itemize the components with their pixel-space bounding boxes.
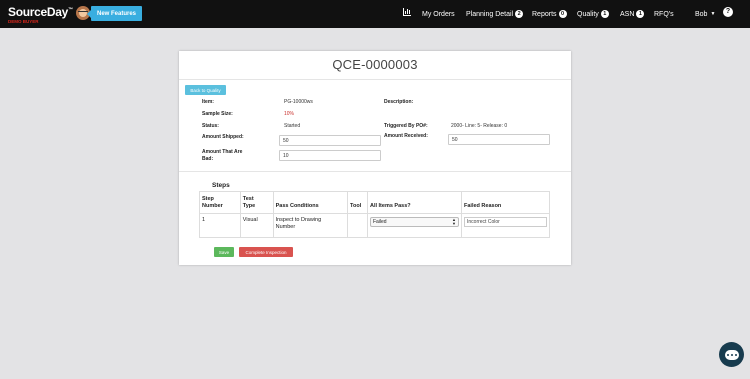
triggered-by-label: Triggered By PO#: <box>384 123 428 129</box>
chevron-down-icon: ▼ <box>710 11 716 17</box>
column-pass-conditions: Pass Conditions <box>272 191 349 214</box>
failed-reason-cell: Incorrect Color <box>461 213 550 238</box>
column-all-items-pass: All Items Pass? <box>366 191 463 214</box>
test-type-cell: Visual <box>239 213 274 238</box>
amount-received-label: Amount Received: <box>384 133 428 139</box>
brand-subtitle: DEMO BUYER <box>8 19 39 24</box>
item-label: Item: <box>202 99 214 105</box>
nav-asn[interactable]: ASN 1 <box>620 7 645 21</box>
amount-shipped-input[interactable]: 50 <box>279 135 381 146</box>
table-header-row: Step Number Test Type Pass Conditions Tool… <box>199 191 550 214</box>
status-label: Status: <box>202 123 219 129</box>
sample-size-value: 10% <box>284 111 295 117</box>
inspection-card: QCE-0000003 Back to Quality Item: PG-100… <box>179 51 571 265</box>
nav-quality[interactable]: Quality 1 <box>577 7 609 21</box>
description-label: Description: <box>384 99 414 105</box>
steps-table: Step Number Test Type Pass Conditions Tool… <box>199 191 550 238</box>
triggered-by-value: 2000- Line: 5- Release: 0 <box>451 123 508 129</box>
pass-conditions-cell: Inspect to Drawing Number <box>272 213 349 238</box>
nav-reports[interactable]: Reports 0 <box>532 7 567 21</box>
reports-badge: 0 <box>558 10 567 18</box>
page-title: QCE-0000003 <box>332 57 418 72</box>
save-button[interactable]: Save <box>214 247 234 257</box>
help-icon[interactable]: ? <box>723 7 733 17</box>
sample-size-label: Sample Size: <box>202 111 233 117</box>
failed-reason-input[interactable]: Incorrect Color <box>464 217 547 227</box>
asn-badge: 1 <box>636 10 645 18</box>
nav-rfqs[interactable]: RFQ's <box>654 7 674 21</box>
select-arrows-icon: ▲ ▼ <box>452 217 456 226</box>
divider <box>179 79 571 80</box>
item-value: PG-10000ws <box>284 99 313 105</box>
tool-cell <box>347 213 368 238</box>
nav-my-orders[interactable]: My Orders <box>422 7 455 21</box>
bar-chart-icon[interactable] <box>403 8 411 16</box>
amount-received-input[interactable]: 50 <box>448 134 550 145</box>
amount-bad-input[interactable]: 10 <box>279 150 381 161</box>
column-test-type: Test Type <box>239 191 274 214</box>
brand-name: SourceDay <box>8 5 68 19</box>
step-number-cell: 1 <box>199 213 241 238</box>
steps-heading: Steps <box>212 182 230 189</box>
all-items-pass-cell: Failed ▲ ▼ <box>366 213 463 238</box>
amount-shipped-label: Amount Shipped: <box>202 134 244 140</box>
all-items-pass-select[interactable]: Failed ▲ ▼ <box>369 217 459 227</box>
column-tool: Tool <box>347 191 368 214</box>
nav-planning-detail[interactable]: Planning Detail 2 <box>466 7 524 21</box>
amount-bad-label: Amount That Are Bad: <box>202 149 243 162</box>
status-value: Started <box>284 123 301 129</box>
top-navbar: SourceDay™ DEMO BUYER New Features My Or… <box>0 0 750 28</box>
table-row: 1 Visual Inspect to Drawing Number Failed… <box>199 213 550 238</box>
new-features-button[interactable]: New Features <box>87 6 142 21</box>
complete-inspection-button[interactable]: Complete Inspection <box>239 247 293 257</box>
column-step-number: Step Number <box>199 191 241 214</box>
planning-detail-badge: 2 <box>515 10 524 18</box>
divider <box>179 171 571 172</box>
chat-icon[interactable] <box>719 342 744 367</box>
user-menu[interactable]: Bob ▼ <box>695 7 715 21</box>
column-failed-reason: Failed Reason <box>461 191 550 214</box>
sourceday-logo[interactable]: SourceDay™ DEMO BUYER <box>8 4 73 26</box>
quality-badge: 1 <box>600 10 609 18</box>
back-to-quality-button[interactable]: Back to Quality <box>185 85 226 95</box>
